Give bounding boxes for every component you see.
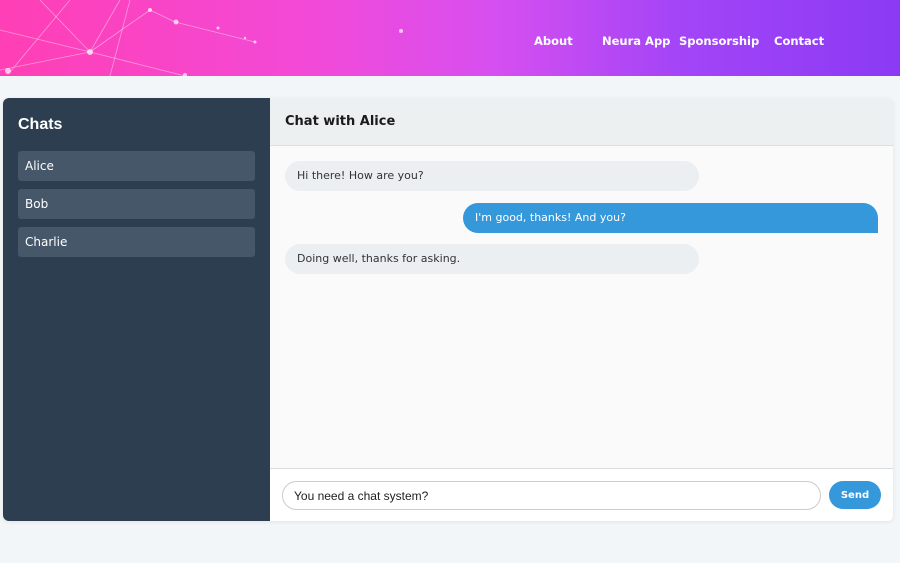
sidebar-title: Chats (18, 116, 63, 133)
chat-app: Chats Alice Bob Charlie Chat with Alice … (3, 98, 893, 521)
nav-sponsorship[interactable]: Sponsorship (679, 34, 759, 48)
site-header: About Neura App Sponsorship Contact (0, 0, 900, 76)
chat-header: Chat with Alice (270, 98, 893, 146)
contact-item-bob[interactable]: Bob (18, 189, 255, 219)
network-pattern-decoration (0, 0, 403, 76)
chats-sidebar: Chats Alice Bob Charlie (3, 98, 270, 521)
message-incoming: Doing well, thanks for asking. (285, 244, 699, 274)
message-incoming: Hi there! How are you? (285, 161, 699, 191)
chat-panel: Chat with Alice Hi there! How are you? I… (270, 98, 893, 521)
nav-neura-app[interactable]: Neura App (602, 34, 670, 48)
contact-item-alice[interactable]: Alice (18, 151, 255, 181)
contact-item-charlie[interactable]: Charlie (18, 227, 255, 257)
chat-title: Chat with Alice (285, 114, 396, 129)
message-composer: Send (270, 468, 893, 521)
nav-contact[interactable]: Contact (774, 34, 824, 48)
message-outgoing: I'm good, thanks! And you? (463, 203, 878, 233)
message-input[interactable] (282, 481, 821, 510)
send-button[interactable]: Send (829, 481, 881, 509)
nav-about[interactable]: About (534, 34, 573, 48)
